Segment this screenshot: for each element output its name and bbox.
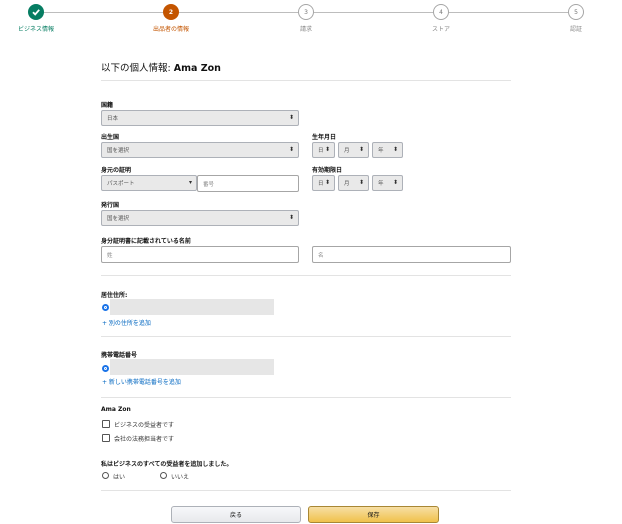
expiry-label: 有効期限日 bbox=[312, 167, 343, 174]
updown-arrow-icon: ⬍ bbox=[288, 114, 294, 121]
updown-arrow-icon: ⬍ bbox=[288, 146, 294, 153]
check-icon bbox=[28, 4, 44, 20]
expiry-month-select[interactable]: 月 ⬍ bbox=[338, 175, 369, 191]
divider bbox=[101, 275, 511, 276]
step-number: 5 bbox=[568, 4, 584, 20]
person-name: Ama Zon bbox=[101, 406, 131, 413]
all-owners-yes-radio[interactable] bbox=[102, 472, 109, 479]
dob-year-select[interactable]: 年 ⬍ bbox=[372, 142, 403, 158]
no-label: いいえ bbox=[171, 474, 190, 481]
add-phone-link[interactable]: + 新しい携帯電話番号を追加 bbox=[102, 377, 181, 386]
step-label: ビジネス情報 bbox=[17, 26, 54, 33]
updown-arrow-icon: ⬍ bbox=[358, 146, 364, 153]
dob-day-select[interactable]: 日 ⬍ bbox=[312, 142, 335, 158]
step-label: ストア bbox=[431, 26, 450, 33]
address-label: 居住住所: bbox=[101, 292, 128, 299]
beneficial-owner-checkbox[interactable] bbox=[102, 420, 110, 428]
first-name-input[interactable]: 名 bbox=[312, 246, 511, 263]
updown-arrow-icon: ⬍ bbox=[392, 179, 398, 186]
divider bbox=[101, 80, 511, 81]
expiry-day-select[interactable]: 日 ⬍ bbox=[312, 175, 335, 191]
dob-month-select[interactable]: 月 ⬍ bbox=[338, 142, 369, 158]
id-type-select[interactable]: パスポート ▾ bbox=[101, 175, 197, 191]
step-number: 2 bbox=[163, 4, 179, 20]
step-number: 4 bbox=[433, 4, 449, 20]
step-verification: 5 認証 bbox=[526, 4, 622, 33]
last-name-input[interactable]: 姓 bbox=[101, 246, 299, 263]
birth-country-select[interactable]: 国を選択 ⬍ bbox=[101, 142, 299, 158]
updown-arrow-icon: ⬍ bbox=[392, 146, 398, 153]
id-name-label: 身分証明書に記載されている名前 bbox=[101, 238, 191, 245]
step-label: 認証 bbox=[569, 26, 582, 33]
divider bbox=[101, 397, 511, 398]
id-number-input[interactable]: 番号 bbox=[197, 175, 299, 192]
nationality-select[interactable]: 日本 ⬍ bbox=[101, 110, 299, 126]
step-seller-info: 2 出品者の情報 bbox=[121, 4, 221, 33]
all-owners-no-radio[interactable] bbox=[160, 472, 167, 479]
progress-stepper: ビジネス情報 2 出品者の情報 3 請求 4 ストア 5 認証 bbox=[0, 0, 622, 40]
save-button[interactable]: 保存 bbox=[308, 506, 439, 523]
legal-rep-checkbox[interactable] bbox=[102, 434, 110, 442]
yes-label: はい bbox=[113, 474, 126, 481]
updown-arrow-icon: ⬍ bbox=[288, 214, 294, 221]
divider bbox=[101, 336, 511, 337]
step-billing: 3 請求 bbox=[256, 4, 356, 33]
step-label: 請求 bbox=[299, 26, 312, 33]
nationality-label: 国籍 bbox=[101, 102, 114, 109]
updown-arrow-icon: ⬍ bbox=[324, 146, 330, 153]
issuing-country-select[interactable]: 国を選択 ⬍ bbox=[101, 210, 299, 226]
step-label: 出品者の情報 bbox=[152, 26, 189, 33]
beneficial-owner-label: ビジネスの受益者です bbox=[114, 422, 175, 429]
page-title: 以下の個人情報: Ama Zon bbox=[101, 63, 221, 74]
address-radio[interactable] bbox=[102, 304, 109, 311]
address-value bbox=[110, 299, 274, 315]
birth-country-label: 出生国 bbox=[101, 134, 120, 141]
phone-radio[interactable] bbox=[102, 365, 109, 372]
id-proof-label: 身元の証明 bbox=[101, 167, 132, 174]
legal-rep-label: 会社の法務担当者です bbox=[114, 436, 175, 443]
divider bbox=[101, 490, 511, 491]
updown-arrow-icon: ⬍ bbox=[358, 179, 364, 186]
phone-label: 携帯電話番号 bbox=[101, 352, 138, 359]
all-owners-question: 私はビジネスのすべての受益者を追加しました。 bbox=[101, 461, 233, 468]
dob-label: 生年月日 bbox=[312, 134, 337, 141]
issuing-country-label: 発行国 bbox=[101, 202, 120, 209]
expiry-year-select[interactable]: 年 ⬍ bbox=[372, 175, 403, 191]
step-business-info: ビジネス情報 bbox=[0, 4, 86, 33]
add-address-link[interactable]: + 別の住所を追加 bbox=[102, 318, 151, 327]
phone-value bbox=[110, 359, 274, 375]
step-number: 3 bbox=[298, 4, 314, 20]
chevron-down-icon: ▾ bbox=[188, 179, 192, 186]
step-store: 4 ストア bbox=[391, 4, 491, 33]
updown-arrow-icon: ⬍ bbox=[324, 179, 330, 186]
back-button[interactable]: 戻る bbox=[171, 506, 301, 523]
title-name: Ama Zon bbox=[173, 63, 221, 74]
